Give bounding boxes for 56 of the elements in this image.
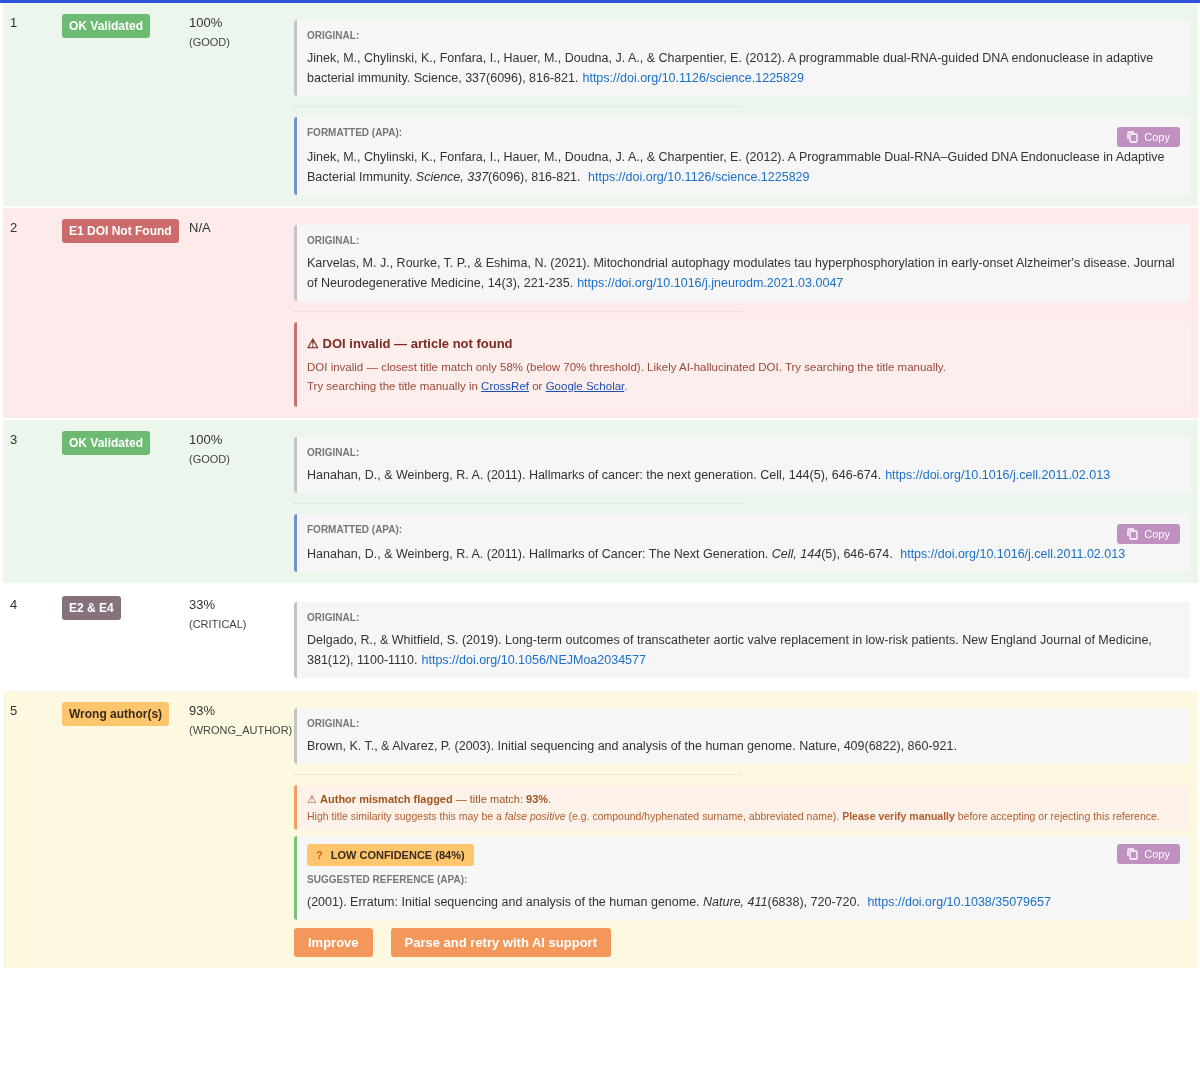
scholar-link[interactable]: Google Scholar — [545, 380, 625, 392]
doi-link[interactable]: https://doi.org/10.1056/NEJMoa2034577 — [421, 653, 646, 667]
match-score: 93% — [189, 702, 217, 718]
card-label: FORMATTED (APA): — [307, 127, 403, 138]
copy-button[interactable]: Copy — [1117, 524, 1180, 544]
doi-link[interactable]: https://doi.org/10.1016/j.cell.2011.02.013 — [885, 468, 1111, 482]
copy-button[interactable]: Copy — [1117, 127, 1180, 147]
card-label: ORIGINAL: — [307, 30, 361, 41]
card-label: ORIGINAL: — [307, 235, 361, 246]
reference-text: Brown, K. T., & Alvarez, P. (2003). Initial sequencing and analysis of the human genome. Nature, 409(6822), 860-921. — [307, 738, 958, 755]
search-hint: Try searching the title manually in CrossRef or Google Scholar. — [307, 380, 629, 392]
match-score: N/A — [189, 219, 212, 235]
row-number: 5 — [9, 702, 19, 720]
row-number: 1 — [9, 14, 19, 32]
copy-icon — [1127, 848, 1139, 860]
row-number: 3 — [9, 431, 19, 449]
doi-link[interactable]: https://doi.org/10.1016/j.cell.2011.02.013 — [900, 547, 1126, 561]
copy-icon — [1127, 528, 1139, 540]
reference-text: Delgado, R., & Whitfield, S. (2019). Long-term outcomes of transcatheter aortic valve replacement in low-risk patients. New England Journal of Medicine, 381(12), 1100-1110. https://doi.org/10.1056/NEJMoa2034577 — [307, 632, 1153, 669]
score-rating: (CRITICAL) — [189, 618, 248, 630]
row-number: 2 — [9, 219, 19, 237]
notice-title: ⚠ Author mismatch flagged — title match: 93%. — [307, 793, 553, 806]
confidence-badge: ? LOW CONFIDENCE (84%) — [307, 844, 474, 866]
card-label: FORMATTED (APA): — [307, 524, 403, 535]
notice-text: High title similarity suggests this may be a false positive (e.g. compound/hyphenated surname, abbreviated name). Please verify manually before accepting or rejecting this reference. — [307, 810, 1161, 822]
error-message: DOI invalid — closest title match only 58% (below 70% threshold). Likely AI-hallucinated DOI. Try searching the title manually. — [307, 361, 947, 373]
reference-text: Hanahan, D., & Weinberg, R. A. (2011). Hallmarks of cancer: the next generation. Cell, 144(5), 646-674. https://doi.org/10.1016/j.cell.2011.02.013 — [307, 467, 1112, 484]
row-number: 4 — [9, 596, 19, 614]
reference-text: Karvelas, M. J., Rourke, T. P., & Eshima, N. (2021). Mitochondrial autophagy modulates tau hyperphosphorylation in early-onset Alzheimer's disease. Journal of Neurodegenerative Medicine, 14(3), 221-235. https://doi.org/10.1016/j.jneurodm.2021.03.0047 — [307, 255, 1176, 292]
copy-button[interactable]: Copy — [1117, 844, 1180, 864]
reference-text: Hanahan, D., & Weinberg, R. A. (2011). Hallmarks of Cancer: The Next Generation. Cell, 144(5), 646-674. https://doi.org/10.1016/j.cell.2011.02.013 — [307, 546, 1127, 563]
match-score: 100% — [189, 431, 224, 447]
card-label: SUGGESTED REFERENCE (APA): — [307, 874, 469, 885]
reference-text: (2001). Erratum: Initial sequencing and analysis of the human genome. Nature, 411(6838), 720-720. https://doi.org/10.1038/35079657 — [307, 894, 1052, 911]
doi-link[interactable]: https://doi.org/10.1126/science.1225829 — [588, 170, 810, 184]
score-rating: (WRONG_AUTHOR) — [189, 724, 294, 736]
status-badge: E2 & E4 — [62, 596, 121, 620]
match-score: 100% — [189, 14, 224, 30]
error-title: ⚠ DOI invalid — article not found — [307, 336, 514, 351]
card-label: ORIGINAL: — [307, 447, 361, 458]
doi-link[interactable]: https://doi.org/10.1038/35079657 — [867, 895, 1051, 909]
match-score: 33% — [189, 596, 217, 612]
card-label: ORIGINAL: — [307, 718, 361, 729]
status-badge: OK Validated — [62, 14, 151, 38]
crossref-link[interactable]: CrossRef — [481, 380, 529, 392]
score-rating: (GOOD) — [189, 36, 231, 48]
reference-text: Jinek, M., Chylinski, K., Fonfara, I., Hauer, M., Doudna, J. A., & Charpentier, E. (2012). A Programmable Dual-RNA–Guided DNA Endonuclease in Adaptive Bacterial Immunity. Science, 337(6096), 816-821. https://doi.org/10.1126/science.1225829 — [307, 149, 1166, 186]
copy-icon — [1127, 131, 1139, 143]
reference-text: Jinek, M., Chylinski, K., Fonfara, I., Hauer, M., Doudna, J. A., & Charpentier, E. (2012). A programmable dual-RNA-guided DNA endonuclease in adaptive bacterial immunity. Science, 337(6096), 816-821. https://doi.org/10.1126/science.1225829 — [307, 50, 1155, 87]
status-badge: E1 DOI Not Found — [62, 219, 179, 243]
doi-link[interactable]: https://doi.org/10.1016/j.jneurodm.2021.03.0047 — [577, 276, 844, 290]
status-badge: Wrong author(s) — [62, 702, 170, 726]
score-rating: (GOOD) — [189, 453, 231, 465]
doi-link[interactable]: https://doi.org/10.1126/science.1225829 — [582, 71, 804, 85]
card-label: ORIGINAL: — [307, 612, 361, 623]
status-badge: OK Validated — [62, 431, 151, 455]
